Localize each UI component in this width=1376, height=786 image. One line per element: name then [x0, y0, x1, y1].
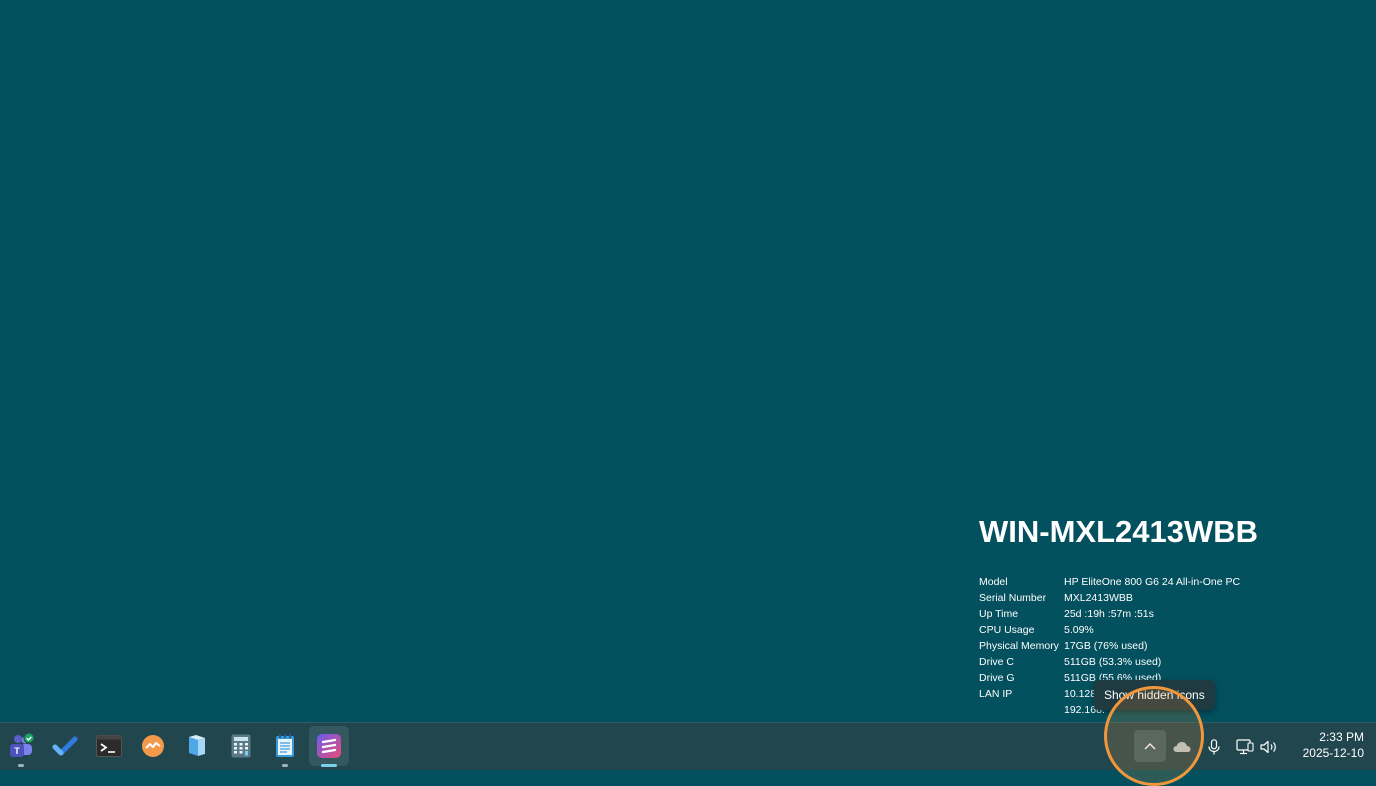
bginfo-value: 511GB (53.3% used)	[1064, 656, 1162, 668]
bginfo-key: LAN IP	[979, 688, 1013, 700]
taskbar-app-notepad[interactable]	[265, 726, 305, 767]
bginfo-row: CPU Usage 5.09%	[979, 622, 1258, 638]
taskbar-app-active[interactable]	[309, 726, 349, 767]
taskbar-app-todo[interactable]	[45, 726, 85, 766]
bginfo-key: Model	[979, 576, 1008, 588]
bginfo-row: Physical Memory 17GB (76% used)	[979, 638, 1258, 654]
file-explorer-icon	[189, 735, 205, 756]
bginfo-row: Drive C 511GB (53.3% used)	[979, 654, 1258, 670]
bginfo-value: 17GB (76% used)	[1064, 640, 1148, 652]
tray-microphone[interactable]	[1202, 723, 1226, 771]
calculator-icon	[231, 734, 251, 758]
bginfo-key	[979, 702, 1064, 718]
bginfo-row: Up Time 25d :19h :57m :51s	[979, 606, 1258, 622]
bginfo-value: 25d :19h :57m :51s	[1064, 608, 1154, 620]
bginfo-key: Serial Number	[979, 592, 1047, 604]
microphone-icon	[1208, 739, 1220, 755]
bginfo-row: Model HP EliteOne 800 G6 24 All-in-One PC	[979, 574, 1258, 590]
bginfo-key: CPU Usage	[979, 624, 1035, 636]
todo-icon	[52, 736, 78, 756]
hostname: WIN-MXL2413WBB	[979, 514, 1259, 549]
clock-time: 2:33 PM	[1319, 730, 1364, 744]
show-hidden-icons-button[interactable]	[1134, 730, 1166, 762]
volume-icon	[1260, 740, 1276, 754]
show-hidden-icons-tooltip: Show hidden icons	[1094, 680, 1215, 710]
network-icon	[1236, 739, 1254, 755]
teams-icon: T	[10, 733, 34, 757]
terminal-icon	[96, 735, 122, 757]
bginfo-key: Physical Memory	[979, 640, 1059, 652]
tray-volume[interactable]	[1257, 723, 1281, 771]
bginfo-key: Up Time	[979, 608, 1019, 620]
taskbar: T 2:33 PM 2025-12-10	[0, 722, 1376, 770]
desktop: WIN-MXL2413WBB Model HP EliteOne 800 G6 2…	[0, 0, 1376, 722]
running-indicator	[282, 764, 288, 767]
taskbar-app-terminal[interactable]	[89, 726, 129, 766]
notepad-icon	[276, 734, 294, 757]
running-indicator	[321, 764, 337, 767]
taskbar-app-calculator[interactable]	[221, 726, 261, 766]
app-orange-icon	[142, 735, 164, 757]
bginfo-value: 5.09%	[1064, 624, 1094, 636]
active-app-icon	[317, 734, 341, 758]
svg-text:T: T	[14, 746, 20, 756]
bginfo-value: HP EliteOne 800 G6 24 All-in-One PC	[1064, 576, 1241, 588]
bginfo-row: Serial Number MXL2413WBB	[979, 590, 1258, 606]
chevron-up-icon	[1144, 743, 1156, 750]
clock-date: 2025-12-10	[1302, 746, 1364, 760]
tray-onedrive[interactable]	[1170, 723, 1194, 771]
taskbar-app-orange[interactable]	[133, 726, 173, 766]
bginfo-value: 10.128	[1064, 688, 1097, 700]
bginfo-value: MXL2413WBB	[1064, 592, 1133, 604]
onedrive-icon	[1173, 742, 1191, 752]
bginfo-key: Drive C	[979, 656, 1015, 668]
bginfo-key: Drive G	[979, 672, 1015, 684]
tray-network[interactable]	[1233, 723, 1257, 771]
running-indicator	[18, 764, 24, 767]
taskbar-app-teams[interactable]: T	[1, 726, 41, 767]
taskbar-clock[interactable]: 2:33 PM 2025-12-10	[1288, 729, 1364, 761]
taskbar-app-explorer[interactable]	[177, 726, 217, 766]
